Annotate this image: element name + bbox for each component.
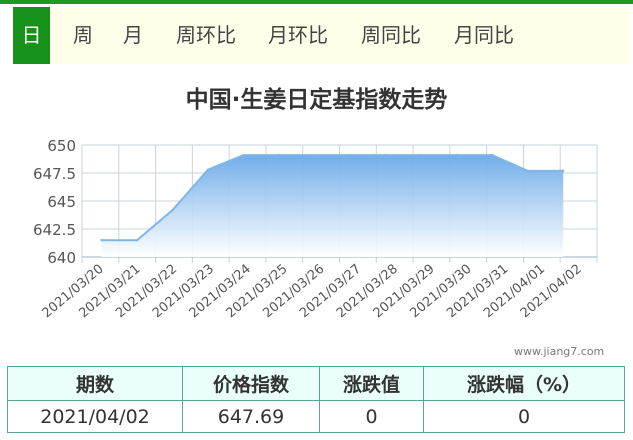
data-point	[384, 153, 387, 157]
y-axis-ticks: 640 642.5 645 647.5 650	[33, 137, 76, 267]
chart-area-layer	[100, 153, 565, 257]
cell-change-percent: 0	[423, 400, 625, 433]
header-change-percent: 涨跌幅（%）	[423, 366, 625, 401]
y-tick-label: 645	[47, 193, 76, 211]
cell-change-value: 0	[319, 400, 424, 433]
data-point	[171, 208, 174, 212]
summary-table: 期数 价格指数 涨跌值 涨跌幅（%） 2021/04/02 647.69 0 0	[7, 366, 625, 433]
data-point	[100, 239, 103, 242]
cell-period: 2021/04/02	[7, 400, 183, 433]
table-header-row: 期数 价格指数 涨跌值 涨跌幅（%）	[7, 366, 625, 401]
data-point	[242, 153, 245, 157]
cell-price-index: 647.69	[182, 400, 320, 433]
data-point	[135, 239, 139, 242]
data-point	[562, 169, 565, 173]
y-tick-label: 650	[47, 137, 76, 155]
table-row: 2021/04/02 647.69 0 0	[7, 400, 625, 433]
data-point	[419, 153, 423, 157]
x-axis-ticks: 2021/03/202021/03/212021/03/222021/03/23…	[40, 262, 585, 322]
y-tick-label: 647.5	[33, 165, 76, 183]
chart-svg: 640 642.5 645 647.5 650 2021/03/202021/03/21…	[33, 137, 598, 322]
header-period: 期数	[7, 366, 183, 401]
data-point	[491, 153, 494, 157]
header-change-value: 涨跌值	[319, 366, 424, 401]
data-point	[206, 168, 210, 171]
y-tick-label: 640	[47, 249, 76, 267]
header-price-index: 价格指数	[182, 366, 320, 401]
watermark: www.jiang7.com	[514, 345, 605, 358]
data-point	[313, 153, 316, 157]
data-point	[455, 153, 458, 157]
data-point	[277, 153, 281, 157]
data-point	[526, 169, 529, 173]
series-area	[101, 155, 564, 257]
data-point	[348, 153, 352, 157]
y-tick-label: 642.5	[33, 221, 76, 239]
